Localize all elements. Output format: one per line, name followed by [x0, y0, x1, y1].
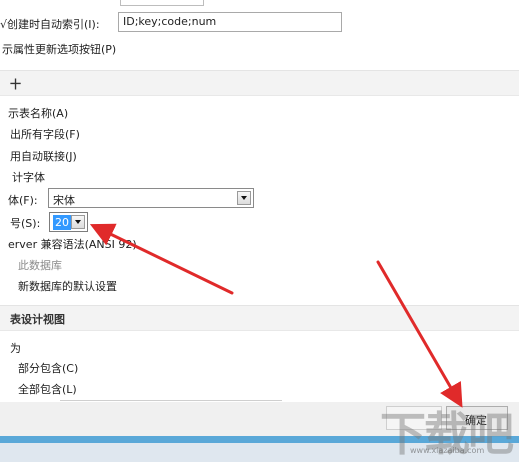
show-all-fields-option[interactable]: 出所有字段(F)	[10, 126, 80, 142]
index-fields-input[interactable]: ID;key;code;num	[118, 12, 342, 32]
new-database-default-option[interactable]: 新数据库的默认设置	[18, 278, 117, 294]
top-partial-field	[120, 0, 204, 6]
chevron-down-icon[interactable]	[71, 215, 85, 229]
show-property-update-option[interactable]: 示属性更新选项按钮(P)	[2, 41, 116, 57]
section-design-header: 十	[0, 70, 519, 96]
font-label: 体(F):	[8, 194, 38, 207]
size-select-value: 20	[53, 215, 71, 230]
font-select-value: 宋体	[53, 194, 75, 207]
font-select[interactable]: 宋体	[48, 188, 254, 208]
section-table-view-header: 表设计视图	[0, 305, 519, 331]
size-select[interactable]: 20	[49, 212, 88, 232]
this-database-option[interactable]: 此数据库	[18, 257, 62, 273]
watermark-url: www.xiazaiba.com	[410, 446, 485, 455]
section-design-title: 十	[10, 78, 21, 91]
arrow-to-ok-button	[376, 260, 463, 408]
section-table-view-title: 表设计视图	[10, 313, 65, 326]
chevron-down-icon[interactable]	[237, 191, 251, 205]
enable-auto-join-option[interactable]: 用自动联接(J)	[10, 148, 77, 164]
index-fields-label: √创建时自动索引(I):	[0, 18, 100, 31]
design-font-heading: 计字体	[12, 171, 45, 184]
full-include-option[interactable]: 全部包含(L)	[18, 381, 77, 397]
partial-include-option[interactable]: 部分包含(C)	[18, 360, 78, 376]
show-table-name-option[interactable]: 示表名称(A)	[8, 105, 68, 121]
divider	[60, 400, 282, 401]
sql-server-syntax-label: erver 兼容语法(ANSI 92)	[8, 238, 137, 251]
size-label: 号(S):	[10, 217, 41, 230]
behavior-heading: 为	[10, 342, 21, 355]
